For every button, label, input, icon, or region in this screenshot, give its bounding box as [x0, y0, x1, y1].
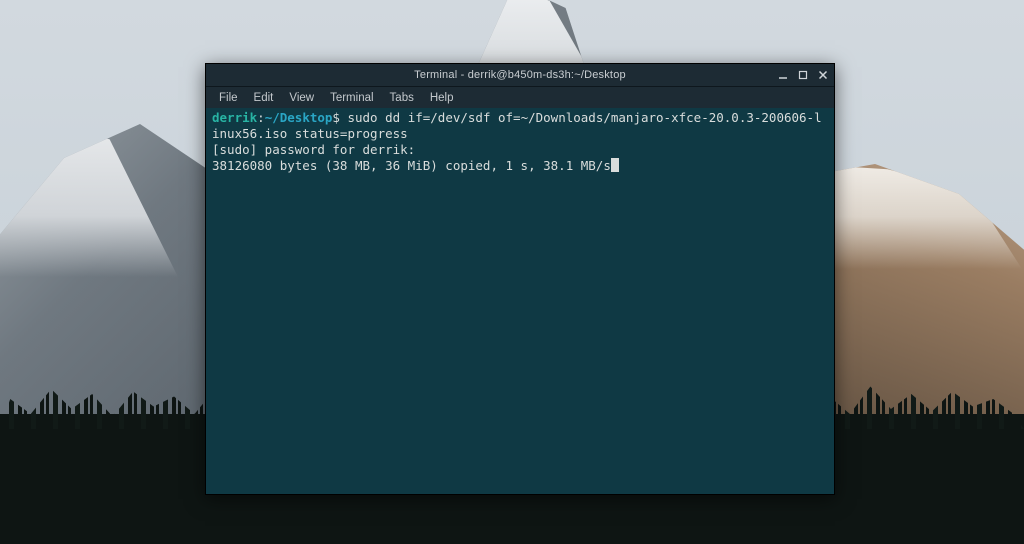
titlebar[interactable]: Terminal - derrik@b450m-ds3h:~/Desktop [206, 64, 834, 86]
menu-view[interactable]: View [282, 90, 321, 106]
menu-file[interactable]: File [212, 90, 245, 106]
close-button[interactable] [816, 68, 830, 82]
menu-tabs[interactable]: Tabs [383, 90, 421, 106]
prompt-separator: : [257, 110, 265, 125]
terminal-body[interactable]: derrik:~/Desktop$ sudo dd if=/dev/sdf of… [206, 108, 834, 494]
maximize-button[interactable] [796, 68, 810, 82]
window-controls [776, 64, 830, 86]
menu-help[interactable]: Help [423, 90, 461, 106]
output-progress: 38126080 bytes (38 MB, 36 MiB) copied, 1… [212, 158, 611, 173]
prompt-path: ~/Desktop [265, 110, 333, 125]
menu-edit[interactable]: Edit [247, 90, 281, 106]
cursor-icon [611, 158, 619, 172]
menu-terminal[interactable]: Terminal [323, 90, 380, 106]
output-sudo-prompt: [sudo] password for derrik: [212, 142, 415, 157]
minimize-button[interactable] [776, 68, 790, 82]
window-title: Terminal - derrik@b450m-ds3h:~/Desktop [414, 69, 626, 81]
prompt-symbol: $ [332, 110, 340, 125]
menubar: File Edit View Terminal Tabs Help [206, 86, 834, 108]
terminal-window: Terminal - derrik@b450m-ds3h:~/Desktop F… [205, 63, 835, 495]
prompt-user: derrik [212, 110, 257, 125]
